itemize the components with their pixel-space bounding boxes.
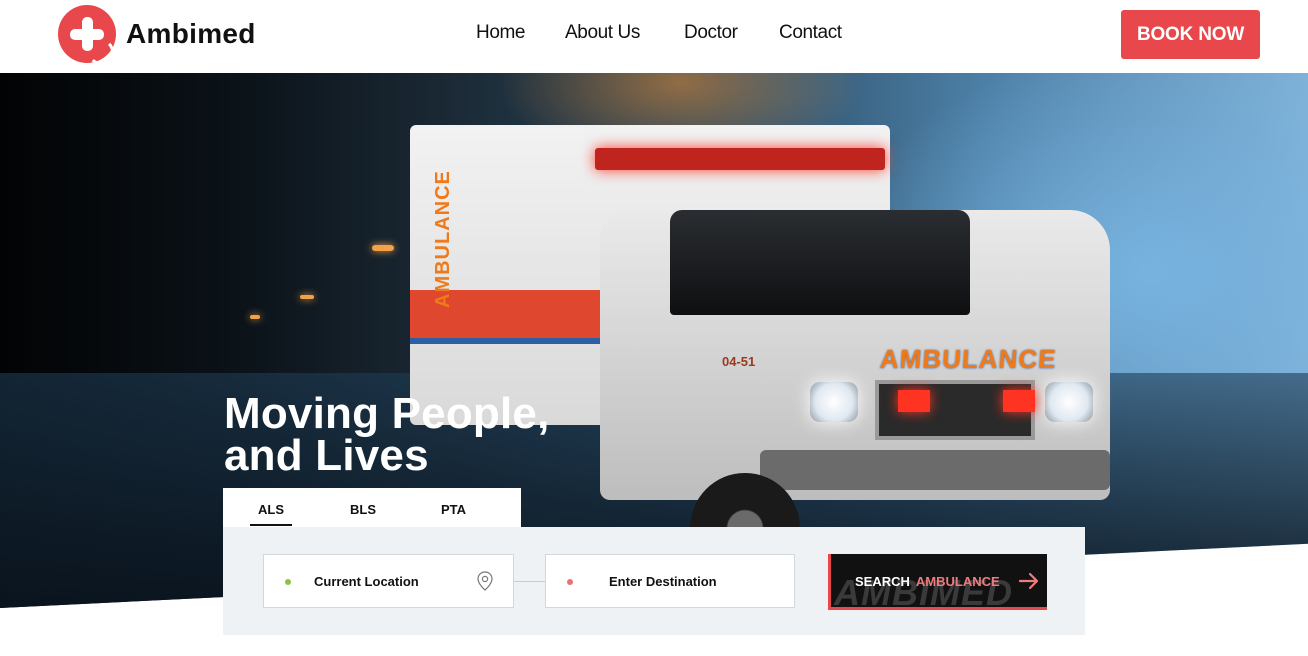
field-connector [514, 581, 545, 582]
headline-line-1: Moving People, [224, 389, 550, 438]
medical-cross-icon [58, 5, 116, 65]
tab-als[interactable]: ALS [258, 502, 284, 517]
vehicle-hood-label: AMBULANCE [878, 344, 1058, 374]
service-type-tabs: ALS BLS PTA [223, 488, 521, 528]
destination-dot-icon [567, 579, 573, 585]
search-label-main: SEARCH [855, 574, 910, 589]
nav-doctor[interactable]: Doctor [684, 22, 738, 44]
nav-contact[interactable]: Contact [779, 22, 842, 44]
vehicle-side-label: AMBULANCE [432, 170, 454, 308]
site-header: Ambimed Home About Us Doctor Contact BOO… [0, 0, 1308, 73]
search-label-accent: AMBULANCE [915, 574, 1000, 589]
arrow-right-icon [1018, 572, 1039, 590]
book-now-button[interactable]: BOOK NOW [1121, 10, 1260, 59]
ambulance-search-panel: Current Location Enter Destination AMBIM… [223, 527, 1085, 635]
nav-home[interactable]: Home [476, 22, 525, 44]
nav-about-us[interactable]: About Us [565, 22, 640, 44]
pickup-location-placeholder: Current Location [314, 574, 419, 589]
pickup-location-field[interactable]: Current Location [263, 554, 514, 608]
active-tab-indicator [250, 524, 292, 526]
search-ambulance-button[interactable]: AMBIMED SEARCH AMBULANCE [828, 554, 1047, 610]
brand-name: Ambimed [126, 18, 256, 49]
tab-bls[interactable]: BLS [350, 502, 376, 517]
vehicle-number: 04-51 [722, 354, 756, 369]
destination-field[interactable]: Enter Destination [545, 554, 795, 608]
tab-pta[interactable]: PTA [441, 502, 466, 517]
location-pin-icon[interactable] [476, 571, 494, 591]
destination-placeholder: Enter Destination [609, 574, 717, 589]
brand-logo[interactable]: Ambimed [58, 5, 256, 65]
hero-headline: Moving People, and Lives [224, 389, 550, 480]
headline-line-2: and Lives [224, 431, 429, 480]
search-button-label: SEARCH AMBULANCE [855, 574, 1000, 589]
pickup-dot-icon [285, 579, 291, 585]
